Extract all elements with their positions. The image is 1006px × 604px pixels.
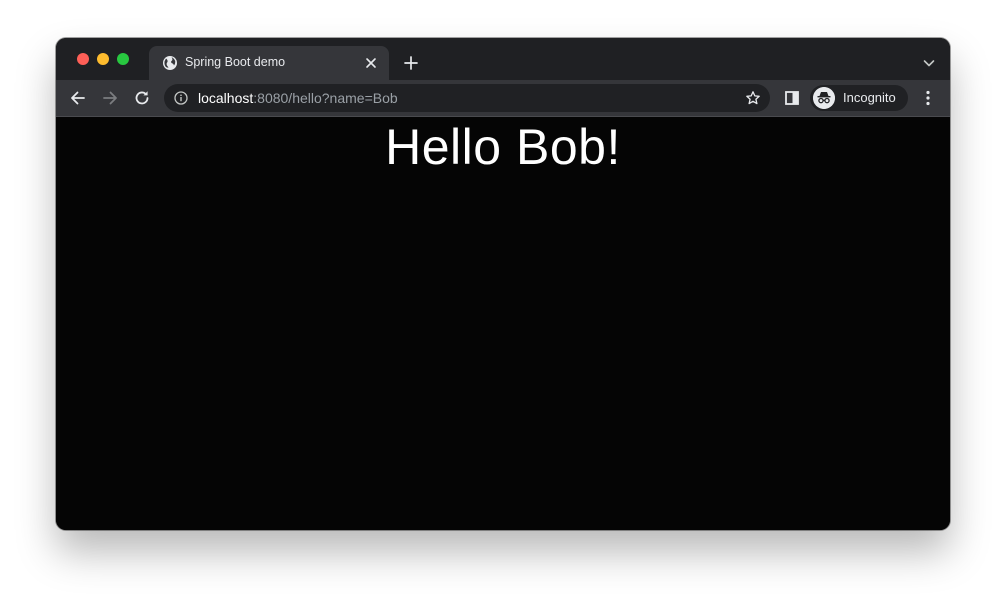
browser-toolbar: localhost:8080/hello?name=Bob Incognito xyxy=(56,80,950,117)
url-host: localhost xyxy=(198,90,254,106)
window-maximize-button[interactable] xyxy=(117,53,129,65)
info-icon[interactable] xyxy=(174,91,188,105)
incognito-icon xyxy=(813,87,835,109)
tab-title: Spring Boot demo xyxy=(185,55,286,69)
side-panel-icon[interactable] xyxy=(782,88,802,108)
address-bar[interactable]: localhost:8080/hello?name=Bob xyxy=(164,84,770,112)
close-icon[interactable] xyxy=(363,55,379,71)
url-text[interactable]: localhost:8080/hello?name=Bob xyxy=(198,90,398,106)
url-path: :8080/hello?name=Bob xyxy=(253,90,398,106)
window-close-button[interactable] xyxy=(77,53,89,65)
page-viewport: Hello Bob! xyxy=(56,117,950,530)
incognito-label: Incognito xyxy=(843,90,896,105)
new-tab-button[interactable] xyxy=(402,54,420,72)
more-menu-icon[interactable] xyxy=(918,88,938,108)
tab-active[interactable]: Spring Boot demo xyxy=(149,46,389,80)
window-minimize-button[interactable] xyxy=(97,53,109,65)
incognito-profile-button[interactable]: Incognito xyxy=(810,85,908,111)
back-button[interactable] xyxy=(68,88,88,108)
page-heading: Hello Bob! xyxy=(385,119,621,175)
chevron-down-icon[interactable] xyxy=(922,56,936,70)
globe-icon xyxy=(163,56,177,70)
tab-strip: Spring Boot demo xyxy=(56,38,950,80)
star-icon[interactable] xyxy=(745,90,761,106)
forward-button[interactable] xyxy=(100,88,120,108)
reload-button[interactable] xyxy=(132,88,152,108)
browser-window: Spring Boot demo localhost:8080/hello?na… xyxy=(56,38,950,530)
